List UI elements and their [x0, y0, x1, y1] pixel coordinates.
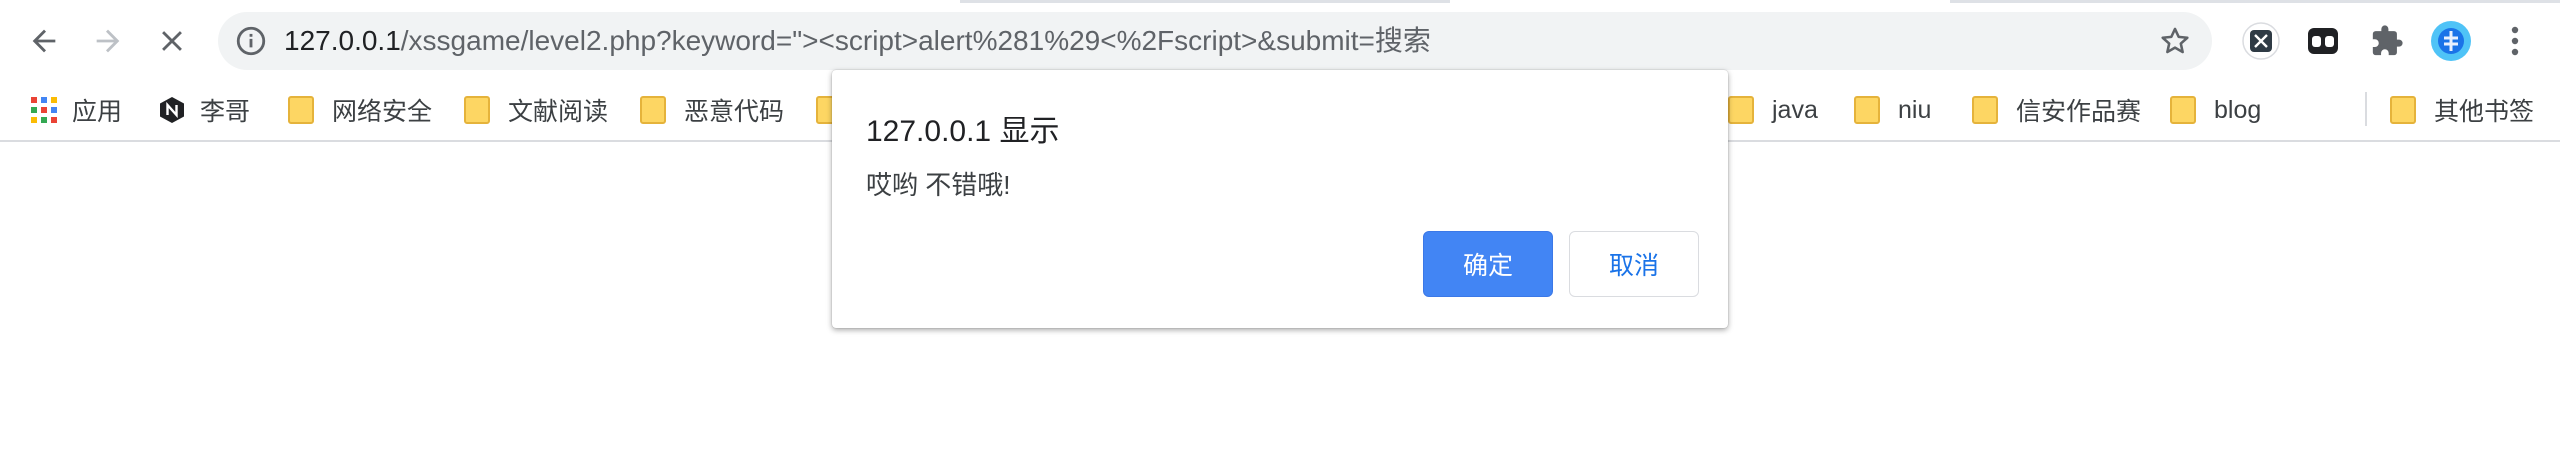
- apps-grid-icon: [31, 97, 57, 123]
- bookmark-folder-competition[interactable]: 信安作品赛: [1972, 88, 2141, 132]
- extension-x-button[interactable]: [2240, 20, 2282, 62]
- url-host: 127.0.0.1: [284, 25, 401, 56]
- bookmark-label: 李哥: [200, 98, 251, 126]
- close-icon: [162, 31, 182, 51]
- bookmark-folder-other[interactable]: 其他书签: [2390, 88, 2534, 132]
- folder-icon: [640, 96, 666, 124]
- address-bar[interactable]: 127.0.0.1/xssgame/level2.php?keyword="><…: [218, 12, 2212, 70]
- bookmark-label: 恶意代码: [684, 98, 785, 126]
- bookmark-folder-blog[interactable]: blog: [2170, 88, 2261, 132]
- bookmark-folder-network-security[interactable]: 网络安全: [288, 88, 432, 132]
- bookmark-label: blog: [2214, 95, 2262, 124]
- avatar: [2431, 21, 2471, 61]
- forward-button[interactable]: [82, 15, 134, 67]
- glasses-extension-icon: [2308, 28, 2338, 54]
- alert-dialog: 127.0.0.1 显示 哎哟 不错哦! 确定 取消: [832, 70, 1728, 328]
- bookmark-label: niu: [1898, 95, 1932, 124]
- bookmark-folder-malware[interactable]: 恶意代码: [640, 88, 784, 132]
- dialog-message: 哎哟 不错哦!: [866, 170, 1011, 200]
- url-path: /xssgame/level2.php?keyword="><script>al…: [400, 25, 1431, 56]
- arrow-left-icon: [32, 29, 56, 53]
- bookmark-folder-niu[interactable]: niu: [1854, 88, 1931, 132]
- tab-strip-active-2: [1450, 0, 1950, 3]
- profile-button[interactable]: [2430, 20, 2472, 62]
- ok-button[interactable]: 确定: [1423, 231, 1553, 297]
- puzzle-icon: [2372, 25, 2403, 56]
- bookmarks-separator: [2365, 92, 2367, 126]
- back-button[interactable]: [18, 15, 70, 67]
- more-vertical-icon: [2511, 26, 2519, 56]
- folder-icon: [1854, 96, 1880, 124]
- info-icon[interactable]: [234, 24, 268, 58]
- tab-strip-active: [0, 0, 960, 3]
- stop-loading-button[interactable]: [146, 15, 198, 67]
- bookmark-label: 其他书签: [2434, 98, 2535, 126]
- menu-button[interactable]: [2494, 20, 2536, 62]
- bookmark-lige[interactable]: 李哥: [158, 88, 250, 132]
- folder-icon: [288, 96, 314, 124]
- folder-icon: [2390, 96, 2416, 124]
- bookmark-label: 网络安全: [332, 98, 433, 126]
- cancel-button[interactable]: 取消: [1569, 231, 1699, 297]
- folder-icon: [1972, 96, 1998, 124]
- bookmark-label: java: [1772, 95, 1818, 124]
- folder-icon: [1728, 96, 1754, 124]
- bookmark-apps[interactable]: 应用: [30, 88, 122, 132]
- folder-icon: [2170, 96, 2196, 124]
- dialog-title: 127.0.0.1 显示: [866, 115, 1060, 148]
- browser-toolbar: 127.0.0.1/xssgame/level2.php?keyword="><…: [0, 0, 2560, 80]
- n-logo-icon: [160, 97, 184, 123]
- bookmark-folder-java[interactable]: java: [1728, 88, 1818, 132]
- tab-strip: [0, 0, 2560, 3]
- bookmark-star-icon[interactable]: [2158, 24, 2192, 58]
- bookmark-label: 信安作品赛: [2016, 98, 2142, 126]
- bookmark-label: 文献阅读: [508, 98, 609, 126]
- url-text[interactable]: 127.0.0.1/xssgame/level2.php?keyword="><…: [284, 12, 1431, 70]
- extensions-button[interactable]: [2366, 20, 2408, 62]
- arrow-right-icon: [96, 29, 120, 53]
- bookmark-folder-literature[interactable]: 文献阅读: [464, 88, 608, 132]
- extension-glasses-button[interactable]: [2302, 20, 2344, 62]
- folder-icon: [464, 96, 490, 124]
- x-extension-icon: [2242, 22, 2280, 60]
- bookmark-label: 应用: [72, 98, 123, 126]
